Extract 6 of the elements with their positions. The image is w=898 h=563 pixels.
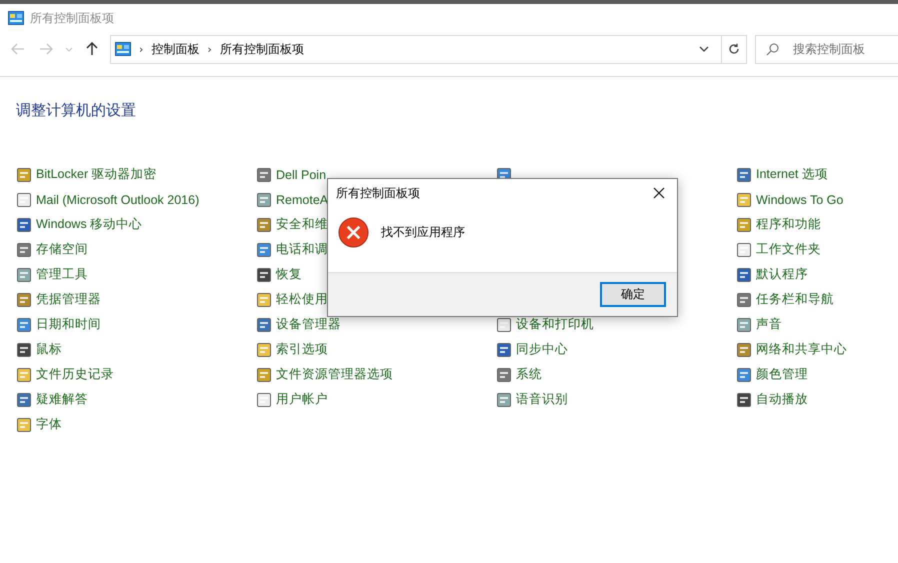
- window-title: 所有控制面板项: [30, 10, 114, 26]
- page-heading: 调整计算机的设置: [16, 101, 137, 120]
- breadcrumb-separator: ›: [207, 42, 212, 56]
- error-message: 找不到应用程序: [381, 224, 465, 241]
- breadcrumb-separator: ›: [139, 42, 144, 56]
- dialog-title: 所有控制面板项: [336, 184, 420, 202]
